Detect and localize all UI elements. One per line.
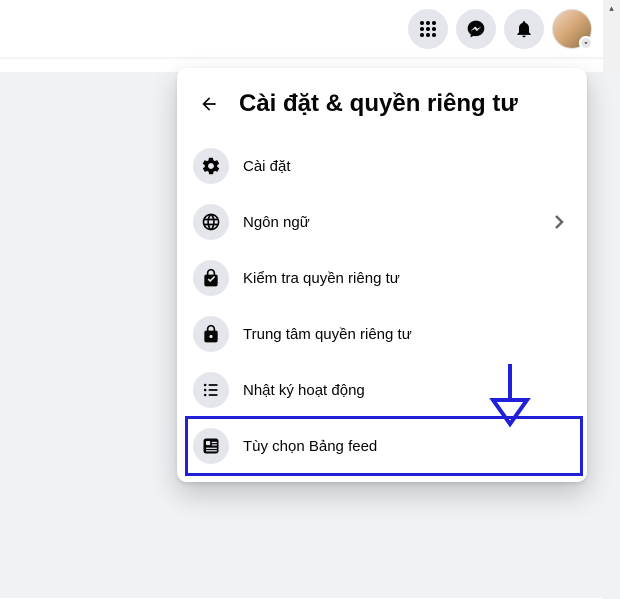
back-button[interactable] bbox=[193, 88, 225, 120]
globe-icon bbox=[193, 204, 229, 240]
lock-icon bbox=[193, 316, 229, 352]
scrollbar-up-button[interactable]: ▴ bbox=[603, 0, 620, 17]
menu-label-privacy-checkup: Kiểm tra quyền riêng tư bbox=[243, 270, 571, 287]
menu-grid-button[interactable] bbox=[408, 9, 448, 49]
menu-label-privacy-center: Trung tâm quyền riêng tư bbox=[243, 326, 571, 343]
menu-item-feed-preferences[interactable]: Tùy chọn Bảng feed bbox=[185, 418, 579, 474]
messenger-icon bbox=[466, 19, 486, 39]
menu-label-language: Ngôn ngữ bbox=[243, 214, 533, 231]
chevron-down-icon bbox=[582, 39, 590, 47]
bell-icon bbox=[514, 19, 534, 39]
menu-item-settings[interactable]: Cài đặt bbox=[185, 138, 579, 194]
notifications-button[interactable] bbox=[504, 9, 544, 49]
menu-item-privacy-center[interactable]: Trung tâm quyền riêng tư bbox=[185, 306, 579, 362]
list-icon bbox=[193, 372, 229, 408]
menu-label-activity-log: Nhật ký hoạt động bbox=[243, 382, 571, 399]
menu-item-privacy-checkup[interactable]: Kiểm tra quyền riêng tư bbox=[185, 250, 579, 306]
menu-item-activity-log[interactable]: Nhật ký hoạt động bbox=[185, 362, 579, 418]
lock-check-icon bbox=[193, 260, 229, 296]
gear-icon bbox=[193, 148, 229, 184]
avatar-chevron-badge bbox=[579, 36, 593, 50]
menu-label-settings: Cài đặt bbox=[243, 158, 571, 175]
chevron-right-icon bbox=[547, 210, 571, 234]
dropdown-header: Cài đặt & quyền riêng tư bbox=[185, 78, 579, 138]
profile-avatar[interactable] bbox=[552, 9, 592, 49]
grid-icon bbox=[418, 19, 438, 39]
settings-dropdown-panel: Cài đặt & quyền riêng tư Cài đặt Ngôn ng… bbox=[177, 68, 587, 482]
feed-icon bbox=[193, 428, 229, 464]
messenger-button[interactable] bbox=[456, 9, 496, 49]
dropdown-title: Cài đặt & quyền riêng tư bbox=[239, 90, 518, 118]
menu-label-feed-preferences: Tùy chọn Bảng feed bbox=[243, 438, 571, 455]
top-navbar bbox=[0, 0, 620, 58]
arrow-left-icon bbox=[199, 94, 219, 114]
menu-item-language[interactable]: Ngôn ngữ bbox=[185, 194, 579, 250]
